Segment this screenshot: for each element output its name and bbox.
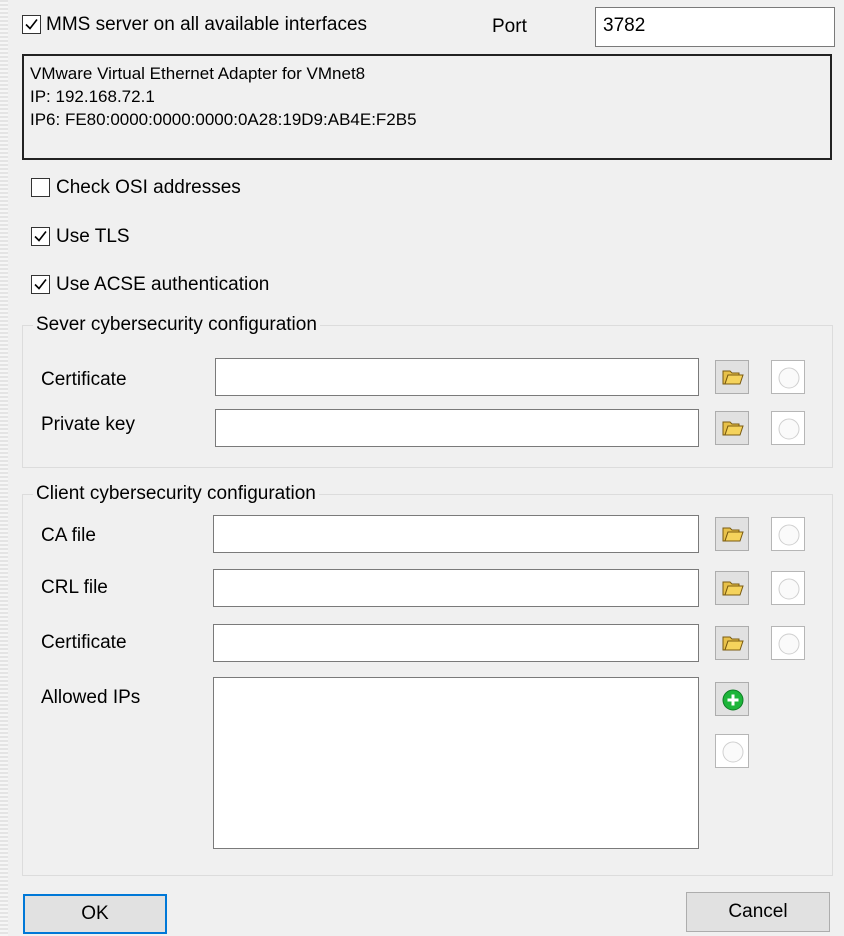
server-certificate-clear-button[interactable] [771, 360, 805, 394]
cancel-button[interactable]: Cancel [686, 892, 830, 932]
crl-file-browse-button[interactable] [715, 571, 749, 605]
window-edge [0, 0, 8, 936]
folder-icon [722, 636, 744, 651]
folder-icon [722, 581, 744, 596]
private-key-label: Private key [41, 414, 135, 435]
private-key-clear-button[interactable] [771, 411, 805, 445]
add-ip-button[interactable] [715, 682, 749, 716]
adapter-ip: IP: 192.168.72.1 [30, 87, 155, 106]
circle-icon [722, 741, 744, 763]
ca-file-label: CA file [41, 525, 96, 546]
server-certificate-browse-button[interactable] [715, 360, 749, 394]
circle-icon [778, 418, 800, 440]
folder-icon [722, 527, 744, 542]
use-acse-label: Use ACSE authentication [56, 274, 270, 295]
use-acse-checkbox[interactable] [31, 275, 50, 294]
crl-file-input[interactable] [213, 569, 699, 607]
port-label: Port [492, 16, 527, 37]
add-icon [722, 689, 744, 711]
client-security-title: Client cybersecurity configuration [33, 482, 319, 506]
private-key-browse-button[interactable] [715, 411, 749, 445]
circle-icon [778, 633, 800, 655]
port-input[interactable]: 3782 [595, 7, 835, 47]
adapter-info-box: VMware Virtual Ethernet Adapter for VMne… [22, 54, 832, 160]
allowed-ips-list[interactable] [213, 677, 699, 849]
server-security-title: Sever cybersecurity configuration [33, 313, 320, 337]
all-interfaces-checkbox[interactable] [22, 15, 41, 34]
adapter-ip6: IP6: FE80:0000:0000:0000:0A28:19D9:AB4E:… [30, 110, 417, 129]
check-icon [34, 279, 47, 290]
check-icon [34, 231, 47, 242]
client-certificate-browse-button[interactable] [715, 626, 749, 660]
folder-icon [722, 421, 744, 436]
check-icon [25, 19, 38, 30]
use-tls-label: Use TLS [56, 226, 130, 247]
server-certificate-label: Certificate [41, 369, 127, 390]
client-certificate-label: Certificate [41, 632, 127, 653]
ok-button[interactable]: OK [23, 894, 167, 934]
check-osi-label: Check OSI addresses [56, 177, 241, 198]
folder-icon [722, 370, 744, 385]
ca-file-clear-button[interactable] [771, 517, 805, 551]
check-osi-checkbox[interactable] [31, 178, 50, 197]
server-certificate-input[interactable] [215, 358, 699, 396]
use-tls-checkbox[interactable] [31, 227, 50, 246]
circle-icon [778, 367, 800, 389]
adapter-name: VMware Virtual Ethernet Adapter for VMne… [30, 64, 366, 83]
all-interfaces-label: MMS server on all available interfaces [46, 14, 368, 35]
private-key-input[interactable] [215, 409, 699, 447]
client-certificate-input[interactable] [213, 624, 699, 662]
ca-file-browse-button[interactable] [715, 517, 749, 551]
allowed-ips-label: Allowed IPs [41, 687, 141, 708]
remove-ip-button[interactable] [715, 734, 749, 768]
circle-icon [778, 524, 800, 546]
crl-file-clear-button[interactable] [771, 571, 805, 605]
ca-file-input[interactable] [213, 515, 699, 553]
client-certificate-clear-button[interactable] [771, 626, 805, 660]
circle-icon [778, 578, 800, 600]
crl-file-label: CRL file [41, 577, 108, 598]
